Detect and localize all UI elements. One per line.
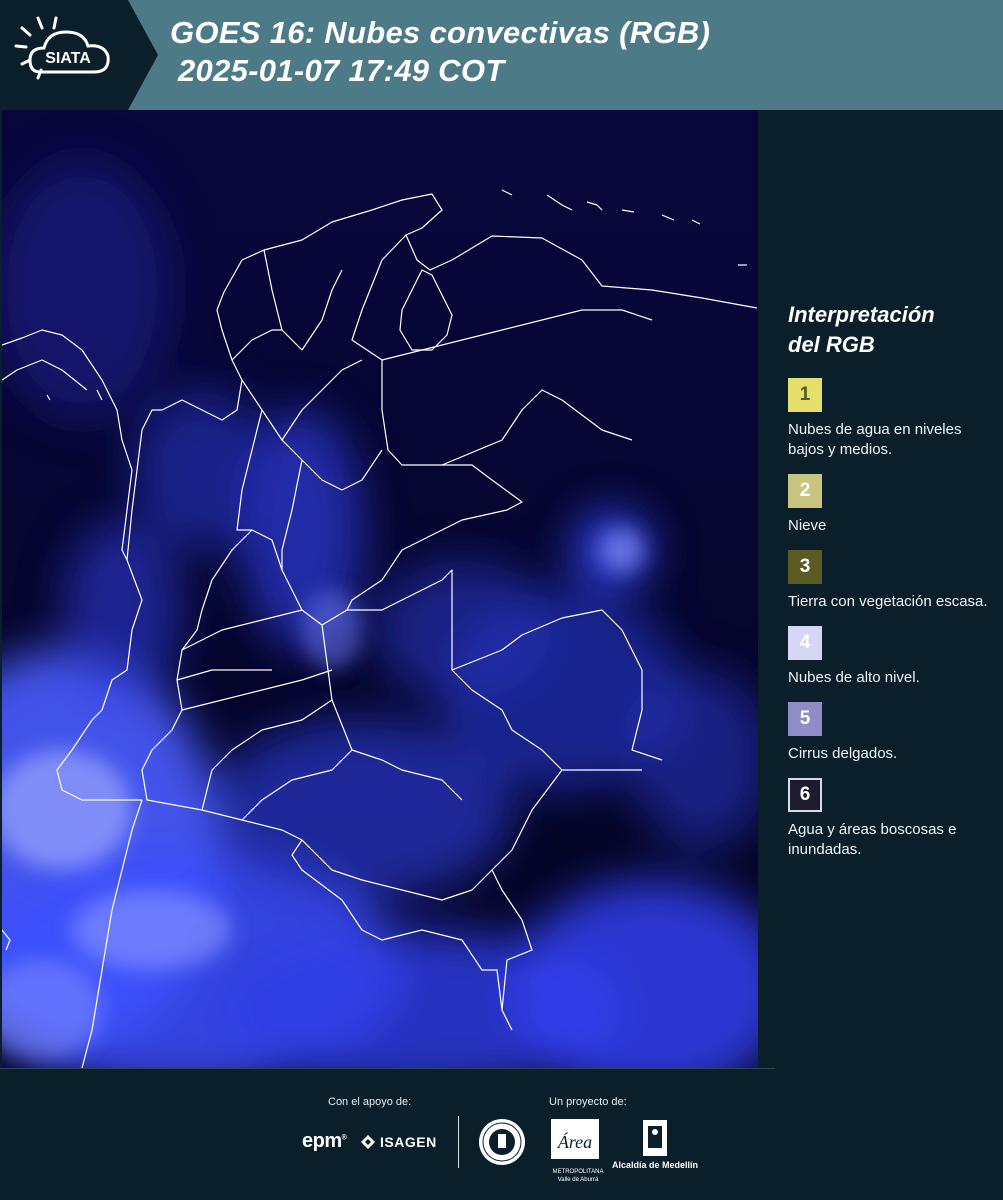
legend-items: 1 Nubes de agua en niveles bajos y medios… (788, 378, 988, 860)
epm-logo[interactable]: epm® (302, 1130, 347, 1153)
legend-item: 3 Tierra con vegetación escasa. (788, 550, 988, 612)
legend-item: 6 Agua y áreas boscosas e inundadas. (788, 778, 988, 860)
legend-swatch: 6 (788, 778, 822, 812)
area-metropolitana-logo[interactable]: Área (550, 1118, 600, 1166)
title-line-2: 2025-01-07 17:49 COT (178, 53, 505, 88)
legend-item: 5 Cirrus delgados. (788, 702, 988, 764)
title-line-1: GOES 16: Nubes convectivas (RGB) (170, 15, 711, 50)
header: SIATA GOES 16: Nubes convectivas (RGB) 2… (0, 0, 1003, 110)
legend-item: 1 Nubes de agua en niveles bajos y medios… (788, 378, 988, 460)
satellite-map[interactable] (2, 110, 758, 1068)
legend-title: Interpretación del RGB (788, 302, 935, 357)
seal-icon (479, 1119, 525, 1165)
alcaldia-text: Alcaldía de Medellín (612, 1160, 699, 1170)
legend-item: 2 Nieve (788, 474, 988, 536)
legend-label: Nubes de alto nivel. (788, 669, 920, 686)
siata-logo-text: SIATA (45, 50, 91, 67)
medellin-seal-logo[interactable] (478, 1118, 526, 1171)
legend-swatch: 5 (788, 702, 822, 736)
legend-item: 4 Nubes de alto nivel. (788, 626, 988, 688)
isagen-logo[interactable]: ISAGEN (360, 1134, 437, 1150)
legend-swatch: 3 (788, 550, 822, 584)
legend-label: Nieve (788, 517, 827, 534)
satellite-image (2, 110, 758, 1068)
coat-of-arms-icon (643, 1120, 667, 1156)
project-label: Un proyecto de: (549, 1096, 627, 1108)
legend-label: Cirrus delgados. (788, 745, 898, 762)
support-label: Con el apoyo de: (328, 1096, 412, 1108)
legend-label: Tierra con vegetación escasa. (788, 593, 988, 610)
page-title: GOES 16: Nubes convectivas (RGB) 2025-01… (170, 14, 710, 90)
legend-label: Agua y áreas boscosas e inundadas. (788, 821, 957, 858)
legend-swatch: 2 (788, 474, 822, 508)
siata-logo[interactable]: SIATA (0, 0, 158, 110)
legend-swatch: 1 (788, 378, 822, 412)
legend: Interpretación del RGB 1 Nubes de agua en… (788, 300, 988, 874)
legend-label: Nubes de agua en niveles bajos y medios. (788, 421, 962, 458)
alcaldia-logo[interactable] (640, 1118, 670, 1163)
footer: Con el apoyo de: Un proyecto de: epm® IS… (0, 1068, 1003, 1200)
svg-text:Área: Área (557, 1131, 592, 1152)
legend-swatch: 4 (788, 626, 822, 660)
isagen-icon (361, 1135, 375, 1149)
